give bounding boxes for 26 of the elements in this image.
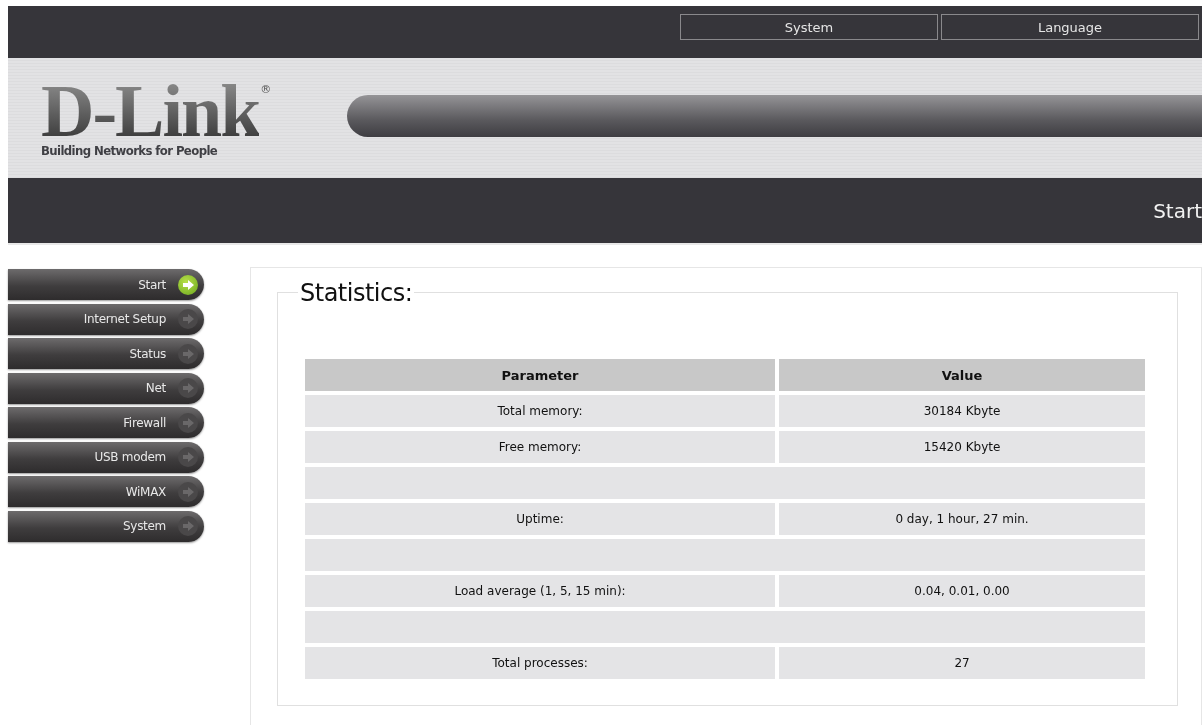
column-header: Value	[779, 359, 1145, 391]
table-cell: Total memory:	[305, 395, 776, 427]
table-cell: Uptime:	[305, 503, 776, 535]
registered-mark: ®	[260, 82, 272, 96]
table-cell: Load average (1, 5, 15 min):	[305, 575, 776, 607]
table-cell: Free memory:	[305, 431, 776, 463]
nav-button[interactable]: Internet Setup	[8, 303, 204, 335]
menu-button[interactable]: Language	[941, 14, 1199, 40]
nav-button[interactable]: System	[8, 510, 204, 542]
nav-button[interactable]: WiMAX	[8, 476, 204, 507]
table-cell: Total processes:	[305, 647, 776, 679]
table-cell: 0 day, 1 hour, 27 min.	[779, 503, 1145, 535]
table-cell: 15420 Kbyte	[779, 431, 1145, 463]
nav-button[interactable]: Firewall	[8, 407, 204, 438]
nav-button[interactable]: Start	[8, 269, 204, 300]
nav-button[interactable]: Net	[8, 372, 204, 404]
menu-button[interactable]: System	[680, 14, 938, 40]
table-cell: 30184 Kbyte	[779, 395, 1145, 427]
nav-button[interactable]: Status	[8, 338, 204, 369]
nav-button[interactable]: USB modem	[8, 441, 204, 473]
brand-name: D-Link	[41, 82, 260, 139]
page-title: Start	[1153, 198, 1202, 223]
table-cell: 0.04, 0.01, 0.00	[779, 575, 1145, 607]
logo-tagline: Building Networks for People	[41, 142, 219, 158]
table-cell: 27	[779, 647, 1145, 679]
column-header: Parameter	[305, 359, 776, 391]
